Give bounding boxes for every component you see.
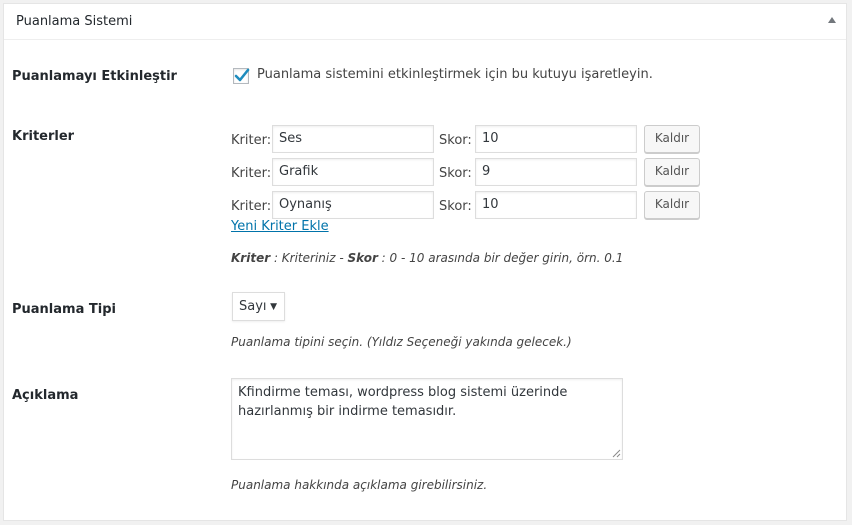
collapse-toggle-icon[interactable] xyxy=(828,17,836,23)
rating-type-select[interactable]: Sayı ▼ xyxy=(232,292,285,321)
score-input[interactable]: 10 xyxy=(475,191,637,219)
score-help-part: : 0 - 10 arasında bir değer girin, örn. … xyxy=(377,251,624,265)
checkmark-icon xyxy=(234,68,250,82)
remove-criterion-button[interactable]: Kaldır xyxy=(644,125,700,153)
metabox-title: Puanlama Sistemi xyxy=(16,14,133,29)
rating-type-label: Puanlama Tipi xyxy=(12,302,116,317)
description-label: Açıklama xyxy=(12,388,79,403)
remove-criterion-button[interactable]: Kaldır xyxy=(644,191,700,219)
remove-criterion-button[interactable]: Kaldır xyxy=(644,158,700,186)
metabox-header[interactable]: Puanlama Sistemi xyxy=(4,4,846,40)
description-textarea[interactable]: Kfindirme teması, wordpress blog sistemi… xyxy=(231,378,623,460)
score-label: Skor: xyxy=(439,166,472,181)
enable-rating-label: Puanlamayı Etkinleştir xyxy=(12,69,177,84)
enable-rating-description: Puanlama sistemini etkinleştirmek için b… xyxy=(257,67,653,82)
criteria-help-part: : Kriteriniz - xyxy=(270,251,348,265)
add-criterion-link[interactable]: Yeni Kriter Ekle xyxy=(231,219,329,234)
criterion-label: Kriter: xyxy=(231,166,272,181)
criterion-input[interactable]: Ses xyxy=(272,125,434,153)
criterion-label: Kriter: xyxy=(231,133,272,148)
dropdown-arrow-icon: ▼ xyxy=(270,302,277,312)
score-label: Skor: xyxy=(439,199,472,214)
resize-grip-icon[interactable] xyxy=(612,449,621,458)
description-help: Puanlama hakkında açıklama girebilirsini… xyxy=(231,478,488,492)
criterion-input[interactable]: Grafik xyxy=(272,158,434,186)
criteria-help-key: Kriter xyxy=(231,251,271,265)
criterion-input[interactable]: Oynanış xyxy=(272,191,434,219)
criteria-help-text: Kriter : Kriteriniz - Skor : 0 - 10 aras… xyxy=(231,251,623,265)
score-input[interactable]: 10 xyxy=(475,125,637,153)
score-help-key: Skor xyxy=(347,251,378,265)
description-text: Kfindirme teması, wordpress blog sistemi… xyxy=(238,385,568,419)
score-label: Skor: xyxy=(439,133,472,148)
enable-rating-checkbox[interactable] xyxy=(233,68,250,84)
score-input[interactable]: 9 xyxy=(475,158,637,186)
criterion-label: Kriter: xyxy=(231,199,272,214)
rating-type-help: Puanlama tipini seçin. (Yıldız Seçeneği … xyxy=(231,335,572,349)
criteria-label: Kriterler xyxy=(12,129,75,144)
rating-type-selected: Sayı xyxy=(239,299,267,314)
